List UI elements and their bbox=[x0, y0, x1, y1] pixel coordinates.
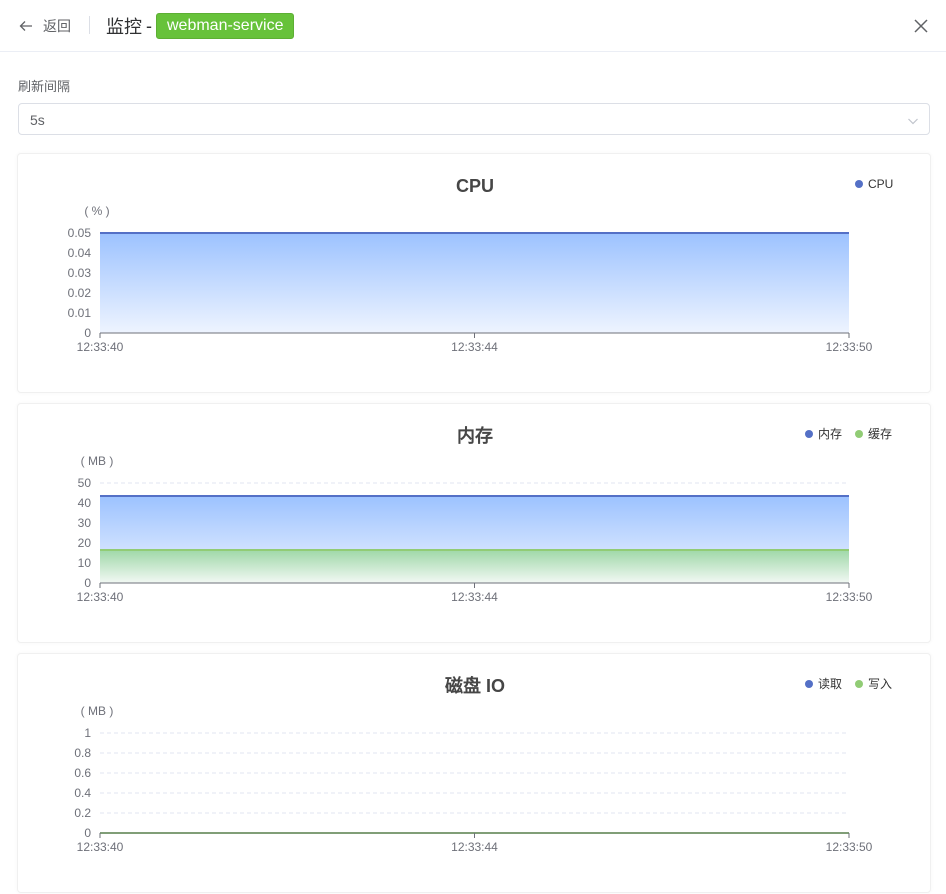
legend-item-cpu[interactable]: CPU bbox=[855, 177, 893, 191]
service-name-tag: webman-service bbox=[156, 13, 295, 39]
y-tick-label: 0.01 bbox=[68, 306, 92, 320]
cpu-chart-card: CPU ( % ) 0 0.01 0.02 0.03 0.04 0.05 12:33:40 12:… bbox=[17, 153, 931, 393]
legend-label: 读取 bbox=[818, 677, 842, 691]
x-tick-label: 12:33:50 bbox=[826, 590, 873, 604]
disk-io-chart: 磁盘 IO ( MB ) 0 0.2 0.4 0.6 0.8 1 12:33:40 12:33:4… bbox=[74, 675, 892, 854]
legend-item-读取[interactable]: 读取 bbox=[805, 677, 842, 691]
chart-title: 磁盘 IO bbox=[445, 675, 505, 696]
y-tick-label: 0.8 bbox=[74, 746, 91, 760]
y-tick-label: 0.2 bbox=[74, 806, 91, 820]
legend-label: 写入 bbox=[868, 677, 892, 691]
arrow-left-icon bbox=[18, 18, 34, 34]
legend-label: 内存 bbox=[818, 427, 842, 441]
legend-label: 缓存 bbox=[868, 427, 892, 441]
chart-title: 内存 bbox=[457, 425, 493, 446]
header-divider bbox=[89, 16, 90, 34]
y-tick-label: 40 bbox=[78, 496, 92, 510]
legend-label: CPU bbox=[868, 177, 893, 191]
y-tick-label: 0.03 bbox=[68, 266, 92, 280]
chart-title: CPU bbox=[456, 176, 494, 196]
back-label: 返回 bbox=[43, 18, 71, 34]
y-axis-unit-label: ( % ) bbox=[84, 204, 109, 218]
disk-io-chart-card: 磁盘 IO ( MB ) 0 0.2 0.4 0.6 0.8 1 12:33:40 12:33:4… bbox=[17, 653, 931, 893]
legend-marker bbox=[805, 680, 813, 688]
x-tick-label: 12:33:50 bbox=[826, 340, 873, 354]
x-tick-label: 12:33:44 bbox=[451, 840, 498, 854]
memory-chart-card: 内存 ( MB ) 0 10 20 30 40 50 12:33:40 12:33:44 12:33… bbox=[17, 403, 931, 643]
legend-item-缓存[interactable]: 缓存 bbox=[855, 427, 892, 441]
page-title: 监控 - webman-service bbox=[106, 13, 295, 39]
series-area-cpu bbox=[100, 233, 849, 333]
x-tick-label: 12:33:44 bbox=[451, 590, 498, 604]
x-tick-label: 12:33:40 bbox=[77, 590, 124, 604]
x-tick-label: 12:33:50 bbox=[826, 840, 873, 854]
y-tick-label: 0 bbox=[84, 826, 91, 840]
y-tick-label: 0.4 bbox=[74, 786, 91, 800]
drawer-header: 返回 监控 - webman-service bbox=[0, 0, 946, 52]
memory-chart: 内存 ( MB ) 0 10 20 30 40 50 12:33:40 12:33:44 12:33… bbox=[77, 425, 892, 604]
x-tick-label: 12:33:44 bbox=[451, 340, 498, 354]
chevron-down-icon bbox=[907, 114, 919, 132]
close-icon bbox=[912, 19, 930, 39]
legend-marker bbox=[855, 430, 863, 438]
title-separator: - bbox=[146, 15, 152, 36]
cpu-chart: CPU ( % ) 0 0.01 0.02 0.03 0.04 0.05 12:33:40 12:… bbox=[68, 176, 894, 354]
close-button[interactable] bbox=[912, 17, 930, 35]
refresh-interval-select[interactable]: 5s bbox=[18, 103, 930, 135]
y-tick-label: 50 bbox=[78, 476, 92, 490]
series-area-缓存 bbox=[100, 550, 849, 583]
y-tick-label: 30 bbox=[78, 516, 92, 530]
x-tick-label: 12:33:40 bbox=[77, 840, 124, 854]
legend-marker bbox=[805, 430, 813, 438]
y-tick-label: 10 bbox=[78, 556, 92, 570]
legend-marker bbox=[855, 180, 863, 188]
legend-marker bbox=[855, 680, 863, 688]
y-tick-label: 0.6 bbox=[74, 766, 91, 780]
y-tick-label: 0.04 bbox=[68, 246, 92, 260]
y-tick-label: 1 bbox=[84, 726, 91, 740]
legend-item-写入[interactable]: 写入 bbox=[855, 677, 892, 691]
y-tick-label: 0 bbox=[84, 576, 91, 590]
refresh-interval-value: 5s bbox=[30, 112, 45, 128]
refresh-interval-label: 刷新间隔 bbox=[18, 79, 71, 94]
y-tick-label: 0.05 bbox=[68, 226, 92, 240]
y-tick-label: 0 bbox=[84, 326, 91, 340]
y-tick-label: 20 bbox=[78, 536, 92, 550]
title-prefix: 监控 bbox=[106, 17, 142, 37]
legend-item-内存[interactable]: 内存 bbox=[805, 427, 842, 441]
back-button[interactable]: 返回 bbox=[18, 14, 71, 38]
y-axis-unit-label: ( MB ) bbox=[81, 704, 114, 718]
x-tick-label: 12:33:40 bbox=[77, 340, 124, 354]
y-axis-unit-label: ( MB ) bbox=[81, 454, 114, 468]
y-tick-label: 0.02 bbox=[68, 286, 92, 300]
